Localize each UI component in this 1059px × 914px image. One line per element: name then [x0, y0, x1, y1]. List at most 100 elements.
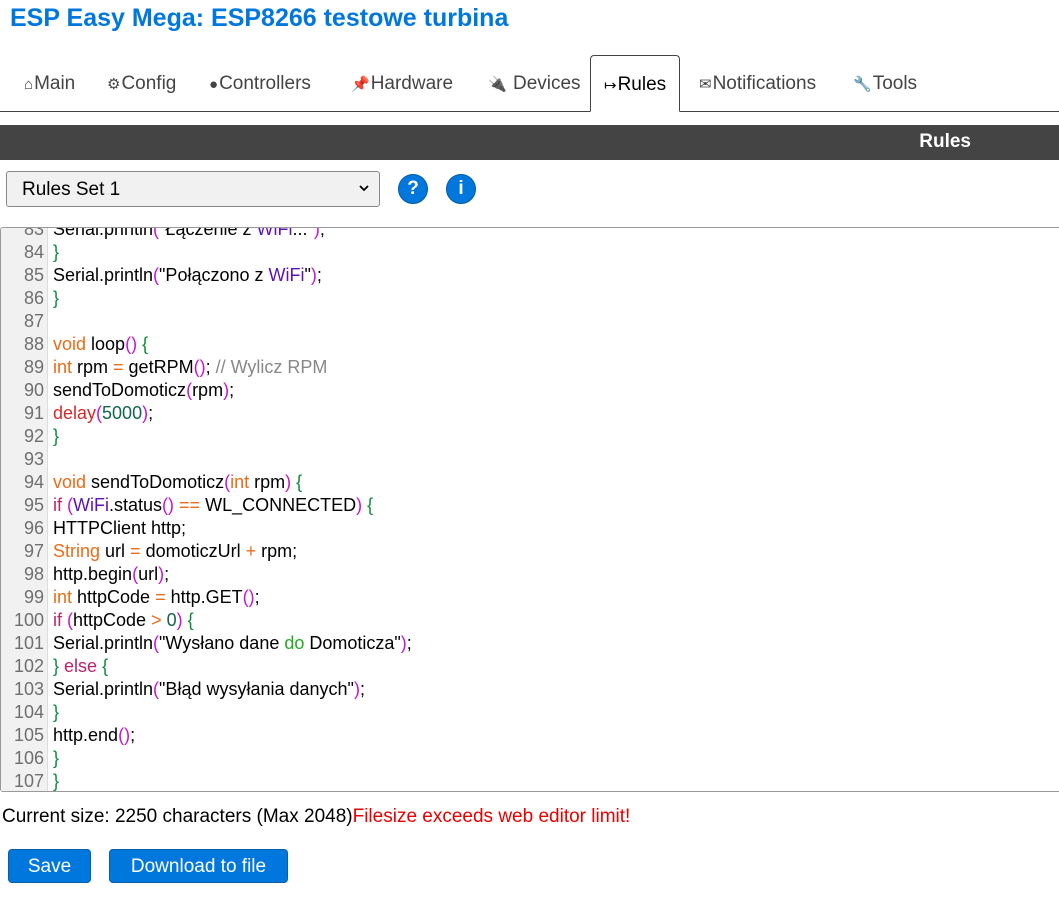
code-line: 87: [1, 310, 1059, 333]
code-text: } else {: [53, 656, 109, 676]
code-text: delay(5000);: [53, 403, 154, 423]
line-number: 84: [23, 242, 44, 262]
code-line: 90 sendToDomoticz(rpm);: [1, 379, 1059, 402]
download-button[interactable]: Download to file: [109, 849, 288, 883]
wrench-icon: 🔧: [853, 76, 872, 93]
code-line: 95 if (WiFi.status() == WL_CONNECTED) {: [1, 494, 1059, 517]
code-line: 100 if (httpCode > 0) {: [1, 609, 1059, 632]
code-text: HTTPClient http;: [53, 518, 187, 538]
menu-rules-label: Rules: [617, 74, 667, 95]
gear-icon: ⚙: [107, 76, 121, 93]
pin-icon: 📌: [351, 76, 370, 93]
code-text: String url = domoticzUrl + rpm;: [53, 541, 298, 561]
envelope-icon: ✉: [699, 76, 712, 93]
info-button[interactable]: i: [446, 174, 476, 204]
line-number: 95: [23, 495, 44, 515]
line-number: 96: [23, 518, 44, 538]
size-status: Current size: 2250 characters (Max 2048)…: [2, 806, 630, 828]
size-error: Filesize exceeds web editor limit!: [352, 806, 631, 827]
rules-editor[interactable]: 83 Serial.println("Łączenie z WiFi..."); 8…: [0, 227, 1059, 792]
line-number: 98: [23, 564, 44, 584]
home-icon: ⌂: [24, 76, 34, 93]
line-number: 102: [13, 656, 44, 676]
code-line: 102 } else {: [1, 655, 1059, 678]
code-line: 97 String url = domoticzUrl + rpm;: [1, 540, 1059, 563]
line-number: 89: [23, 357, 44, 377]
menu-config[interactable]: ⚙Config: [107, 55, 176, 111]
code-line: 104}: [1, 701, 1059, 724]
code-line: 86}: [1, 287, 1059, 310]
menu-controllers[interactable]: ●Controllers: [209, 55, 311, 111]
chevron-down-icon: [359, 185, 369, 192]
code-text: }: [53, 748, 60, 768]
line-number: 106: [13, 748, 44, 768]
page-title: ESP Easy Mega: ESP8266 testowe turbina: [10, 4, 509, 32]
code-line: 107}: [1, 770, 1059, 791]
code-text: int rpm = getRPM(); // Wylicz RPM: [53, 357, 328, 377]
menu-config-label: Config: [121, 73, 177, 94]
line-number: 94: [23, 472, 44, 492]
code-line: 91 delay(5000);: [1, 402, 1059, 425]
line-number: 103: [13, 679, 44, 699]
code-line: 84}: [1, 241, 1059, 264]
menu-hardware[interactable]: 📌Hardware: [351, 55, 453, 111]
rules-set-select[interactable]: Rules Set 1: [6, 171, 380, 207]
line-number: 92: [23, 426, 44, 446]
code-text: }: [53, 242, 60, 262]
menu-notifications-label: Notifications: [712, 73, 817, 94]
section-header: Rules: [0, 125, 1059, 160]
code-text: void loop() {: [53, 334, 149, 354]
code-line: 105 http.end();: [1, 724, 1059, 747]
menu-notifications[interactable]: ✉Notifications: [699, 55, 816, 111]
code-line: 106}: [1, 747, 1059, 770]
code-line: 103 Serial.println("Błąd wysyłania danych…: [1, 678, 1059, 701]
line-number: 87: [23, 311, 44, 331]
line-number: 97: [23, 541, 44, 561]
code-line: 88 void loop() {: [1, 333, 1059, 356]
main-menu: ⌂Main ⚙Config ●Controllers 📌Hardware 🔌 D…: [0, 55, 1059, 112]
line-number: 107: [13, 771, 44, 791]
line-number: 86: [23, 288, 44, 308]
line-number: 93: [23, 449, 44, 469]
save-button[interactable]: Save: [8, 849, 91, 883]
menu-rules[interactable]: ↦Rules: [590, 55, 681, 112]
menu-tools[interactable]: 🔧Tools: [853, 55, 917, 111]
code-line: 83 Serial.println("Łączenie z WiFi...");: [1, 227, 1059, 241]
code-text: Serial.println("Połączono z WiFi");: [53, 265, 322, 285]
line-number: 101: [13, 633, 44, 653]
code-line: 93: [1, 448, 1059, 471]
help-button[interactable]: ?: [398, 174, 428, 204]
code-text: }: [53, 771, 60, 791]
line-number: 99: [23, 587, 44, 607]
code-text: Serial.println("Wysłano dane do Domoticz…: [53, 633, 412, 653]
menu-devices-label: Devices: [512, 73, 581, 94]
line-number: 88: [23, 334, 44, 354]
code-text: sendToDomoticz(rpm);: [53, 380, 235, 400]
speech-bubble-icon: ●: [209, 76, 219, 93]
menu-main[interactable]: ⌂Main: [13, 55, 75, 111]
code-text: Serial.println("Łączenie z WiFi...");: [53, 227, 325, 239]
code-line: 99 int httpCode = http.GET();: [1, 586, 1059, 609]
code-text: void sendToDomoticz(int rpm) {: [53, 472, 303, 492]
code-line: 94 void sendToDomoticz(int rpm) {: [1, 471, 1059, 494]
line-number: 100: [13, 610, 44, 630]
code-line: 89 int rpm = getRPM(); // Wylicz RPM: [1, 356, 1059, 379]
code-text: int httpCode = http.GET();: [53, 587, 260, 607]
code-text: if (httpCode > 0) {: [53, 610, 194, 630]
menu-tools-label: Tools: [872, 73, 918, 94]
rules-arrow-icon: ↦: [604, 77, 617, 94]
menu-devices[interactable]: 🔌 Devices: [488, 55, 581, 111]
plug-icon: 🔌: [488, 76, 507, 93]
code-line: 92}: [1, 425, 1059, 448]
line-number: 91: [23, 403, 44, 423]
code-text: }: [53, 288, 60, 308]
line-number: 104: [13, 702, 44, 722]
code-text: if (WiFi.status() == WL_CONNECTED) {: [53, 495, 374, 515]
code-line: 101 Serial.println("Wysłano dane do Domot…: [1, 632, 1059, 655]
line-number: 105: [13, 725, 44, 745]
code-text: }: [53, 426, 60, 446]
code-text: http.end();: [53, 725, 136, 745]
menu-main-label: Main: [34, 73, 76, 94]
code-text: http.begin(url);: [53, 564, 170, 584]
rules-set-select-value: Rules Set 1: [22, 179, 121, 200]
